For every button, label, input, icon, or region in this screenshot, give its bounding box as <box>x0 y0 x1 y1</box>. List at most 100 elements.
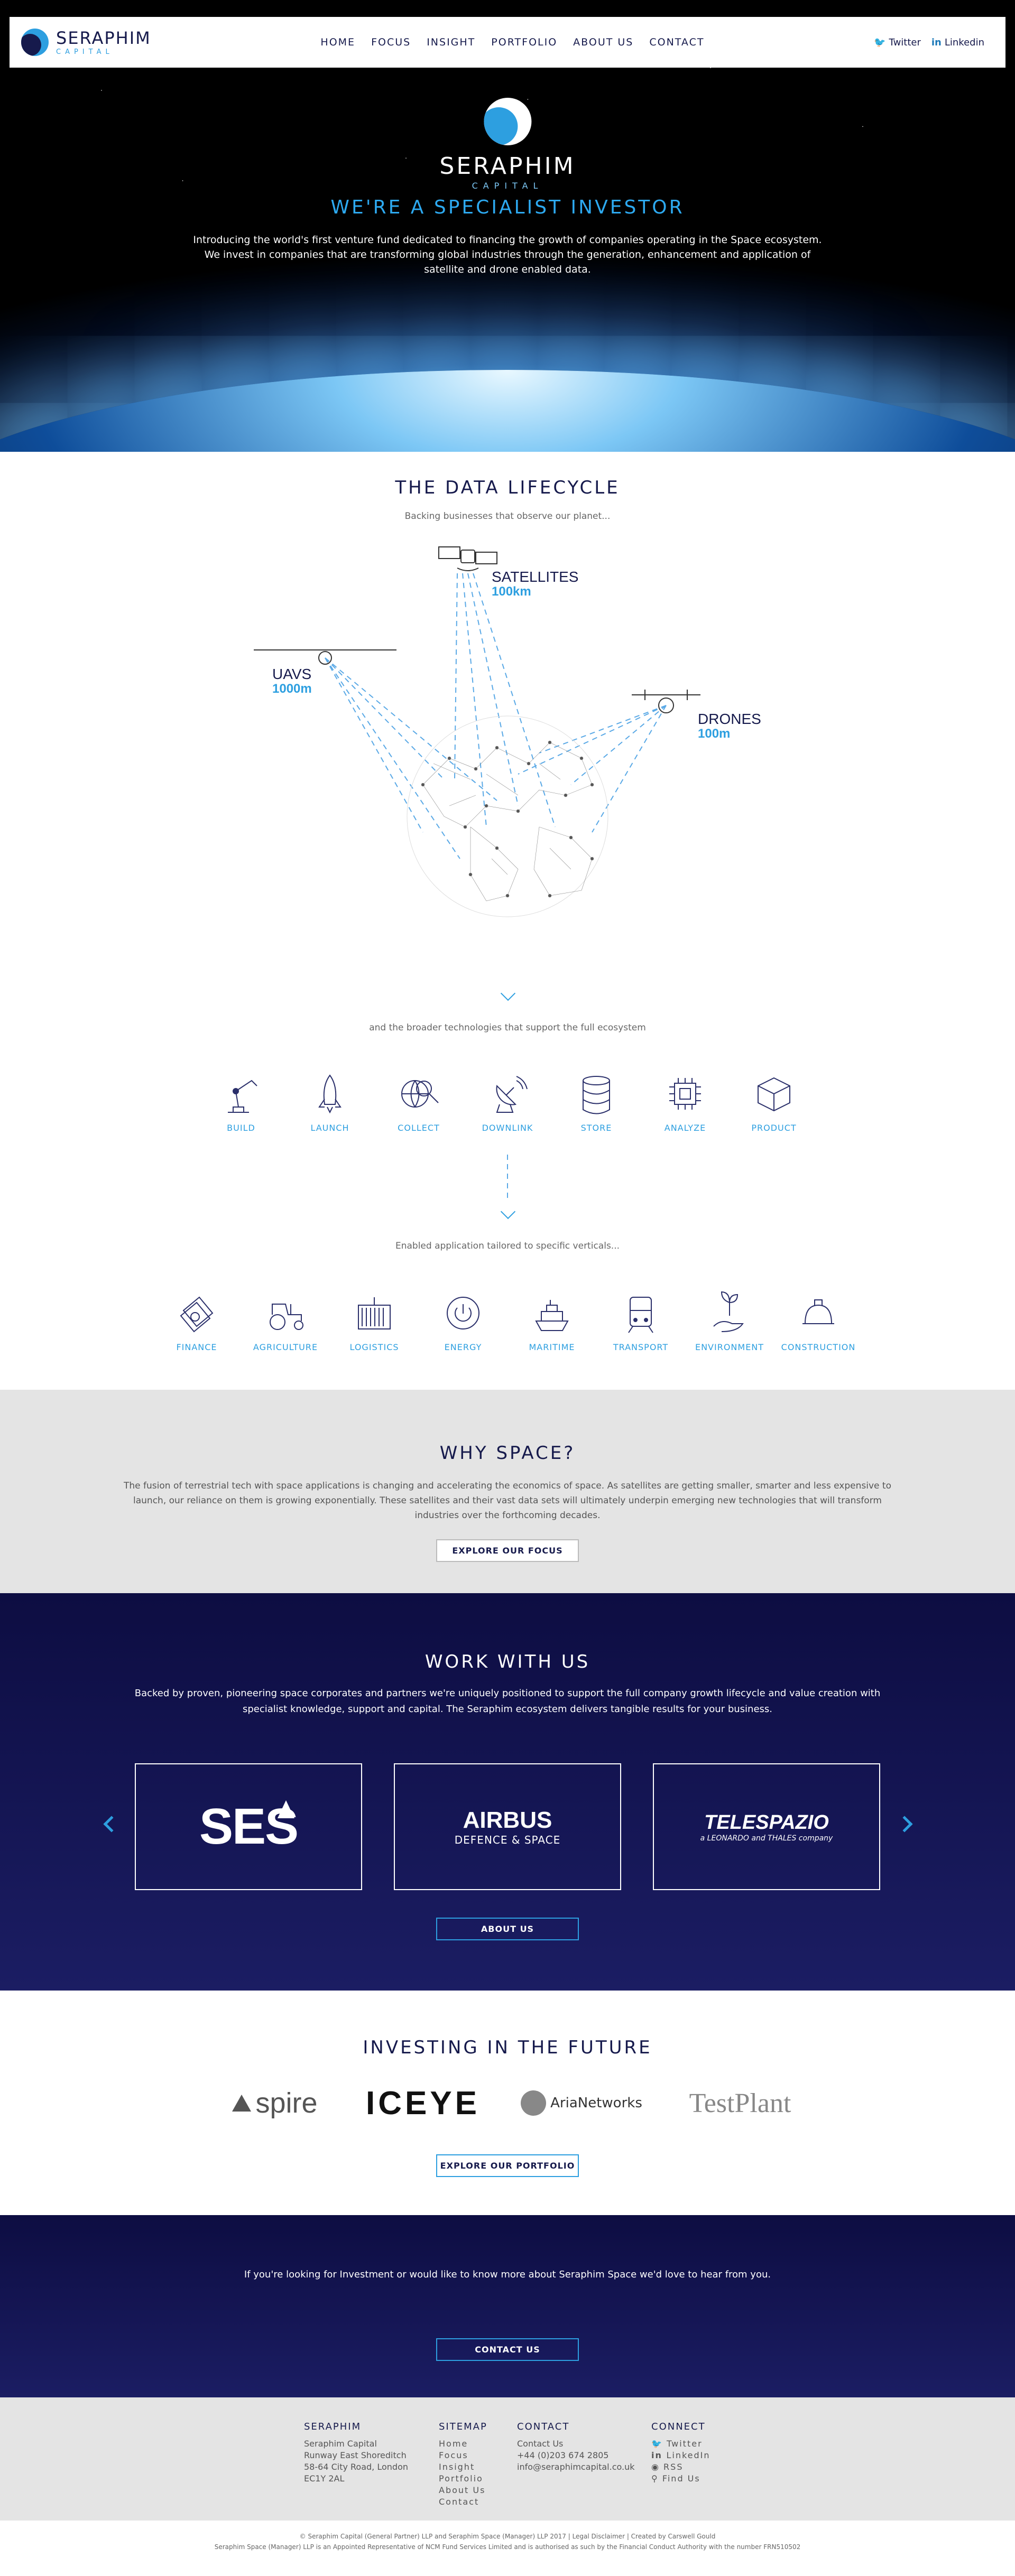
portfolio-logo-testplant[interactable]: TestPlant <box>677 2085 804 2122</box>
linkedin-link[interactable]: in Linkedin <box>931 37 984 48</box>
verticals-item-agriculture[interactable]: AGRICULTURE <box>253 1289 317 1352</box>
tech-label: LAUNCH <box>310 1123 349 1133</box>
partner-telespazio[interactable]: TELESPAZIO a LEONARDO and THALES company <box>653 1763 880 1890</box>
tech-item-analyze[interactable]: ANALYZE <box>661 1070 709 1133</box>
twitter-label: Twitter <box>889 36 921 48</box>
footer-link-home[interactable]: Home <box>439 2438 487 2450</box>
vertical-icons-row: FINANCE AGRICULTURE LOGISTICS ENERGY MARITIM… <box>0 1289 1015 1352</box>
footer-link-focus[interactable]: Focus <box>439 2450 487 2461</box>
footer-findus[interactable]: ⚲ Find Us <box>651 2473 710 2485</box>
verticals-label: FINANCE <box>176 1342 217 1352</box>
footer: SERAPHIM Seraphim Capital Runway East Sh… <box>0 2397 1015 2521</box>
hardhat-icon <box>802 1299 834 1324</box>
footer-contact: CONTACT Contact Us +44 (0)203 674 2805 i… <box>517 2421 635 2473</box>
testplant-name: TestPlant <box>689 2088 791 2118</box>
contact-cta-section: If you're looking for Investment or woul… <box>0 2215 1015 2397</box>
twitter-icon: 🐦 <box>874 36 886 48</box>
explore-portfolio-button[interactable]: EXPLORE OUR PORTFOLIO <box>436 2154 579 2177</box>
chip-icon <box>669 1078 701 1110</box>
why-body: The fusion of terrestrial tech with spac… <box>124 1481 891 1521</box>
about-us-button[interactable]: ABOUT US <box>436 1918 579 1940</box>
verticals-item-logistics[interactable]: LOGISTICS <box>348 1289 401 1352</box>
footer-contact-link[interactable]: Contact Us <box>517 2438 635 2450</box>
tech-item-store[interactable]: STORE <box>573 1070 620 1133</box>
database-icon <box>583 1076 610 1114</box>
explore-focus-button[interactable]: EXPLORE OUR FOCUS <box>436 1539 579 1562</box>
verticals-label: TRANSPORT <box>613 1342 669 1352</box>
footer-address-2: Runway East Shoreditch <box>304 2450 407 2460</box>
brand-name: SERAPHIM <box>56 27 151 48</box>
footer-linkedin[interactable]: in LinkedIn <box>651 2450 710 2461</box>
tech-item-launch[interactable]: LAUNCH <box>306 1070 354 1133</box>
verticals-label: ENERGY <box>444 1342 482 1352</box>
chevron-down-icon <box>500 985 516 1001</box>
tech-item-downlink[interactable]: DOWNLINK <box>482 1070 533 1133</box>
robot-arm-icon <box>228 1080 257 1113</box>
portfolio-logo-spire[interactable]: spire <box>217 2085 333 2122</box>
footer-link-insight[interactable]: Insight <box>439 2461 487 2473</box>
verticals-item-transport[interactable]: TRANSPORT <box>613 1289 669 1352</box>
verticals-item-energy[interactable]: ENERGY <box>437 1289 490 1352</box>
verticals-label: AGRICULTURE <box>253 1342 318 1352</box>
nav-home[interactable]: HOME <box>320 33 355 51</box>
carousel-next-icon[interactable] <box>896 1816 913 1833</box>
partner-airbus[interactable]: AIRBUS DEFENCE & SPACE <box>394 1763 621 1890</box>
verticals-item-maritime[interactable]: MARITIME <box>525 1289 578 1352</box>
hero-body: Introducing the world's first venture fu… <box>193 234 822 275</box>
tech-item-build[interactable]: BUILD <box>217 1070 265 1133</box>
verticals-item-environment[interactable]: ENVIRONMENT <box>695 1289 763 1352</box>
twitter-icon: 🐦 <box>651 2439 667 2449</box>
footer-twitter[interactable]: 🐦 Twitter <box>651 2438 710 2450</box>
lifecycle-sub3: Enabled application tailored to specific… <box>395 1241 620 1251</box>
portfolio-logo-iceye[interactable]: ICEYE <box>359 2085 486 2122</box>
verticals-item-construction[interactable]: CONSTRUCTION <box>781 1289 855 1352</box>
aria-name: AriaNetworks <box>550 2095 642 2111</box>
chevron-down-icon <box>500 1204 516 1220</box>
tech-item-collect[interactable]: COLLECT <box>395 1070 442 1133</box>
lifecycle-diagram: SATELLITES 100km UAVS 1000m DRONES 100m <box>254 546 761 917</box>
satellites-label: SATELLITES <box>492 569 578 585</box>
tech-label: DOWNLINK <box>482 1123 533 1133</box>
footer-link-about[interactable]: About Us <box>439 2485 487 2496</box>
footer-twitter-label: Twitter <box>667 2439 703 2449</box>
verticals-label: MARITIME <box>529 1342 575 1352</box>
footer-sitemap: SITEMAP Home Focus Insight Portfolio Abo… <box>439 2421 487 2508</box>
uav-icon <box>254 649 396 665</box>
nav-about-us[interactable]: ABOUT US <box>573 33 633 51</box>
partner-ses[interactable]: SES <box>135 1763 362 1890</box>
footer-email[interactable]: info@seraphimcapital.co.uk <box>517 2461 635 2473</box>
brand-logo[interactable]: SERAPHIM CAPITAL <box>21 29 151 56</box>
nav-insight[interactable]: INSIGHT <box>427 33 475 51</box>
lifecycle-sub1: Backing businesses that observe our plan… <box>404 511 611 522</box>
footer-findus-label: Find Us <box>662 2473 700 2484</box>
contact-body: If you're looking for Investment or woul… <box>244 2269 771 2280</box>
portfolio-logo-aria[interactable]: AriaNetworks <box>518 2085 645 2122</box>
legal-bar: © Seraphim Capital (General Partner) LLP… <box>0 2521 1015 2576</box>
nav-contact[interactable]: CONTACT <box>649 33 704 51</box>
contact-us-button[interactable]: CONTACT US <box>436 2338 579 2361</box>
footer-link-contact[interactable]: Contact <box>439 2496 487 2508</box>
nav-focus[interactable]: FOCUS <box>371 33 411 51</box>
verticals-label: CONSTRUCTION <box>781 1342 856 1352</box>
footer-address-1: Seraphim Capital <box>304 2439 377 2449</box>
data-lifecycle-section: THE DATA LIFECYCLE Backing businesses th… <box>0 452 1015 1390</box>
tech-item-product[interactable]: PRODUCT <box>750 1070 798 1133</box>
uavs-label: UAVS <box>272 666 311 682</box>
airbus-logo: AIRBUS <box>463 1807 552 1833</box>
satellite-dish-icon <box>496 1076 528 1113</box>
rss-icon: ◉ <box>651 2462 664 2472</box>
footer-rss[interactable]: ◉ RSS <box>651 2461 710 2473</box>
spire-name: spire <box>255 2087 318 2119</box>
seraphim-logo-icon <box>21 29 49 56</box>
legal-line-1: © Seraphim Capital (General Partner) LLP… <box>299 2533 716 2540</box>
twitter-link[interactable]: 🐦 Twitter <box>874 37 921 48</box>
nav-portfolio[interactable]: PORTFOLIO <box>491 33 557 51</box>
carousel-prev-icon[interactable] <box>103 1816 120 1833</box>
lifecycle-title: THE DATA LIFECYCLE <box>395 477 620 498</box>
footer-link-portfolio[interactable]: Portfolio <box>439 2473 487 2485</box>
aria-globe-icon <box>521 2090 547 2116</box>
work-title: WORK WITH US <box>425 1651 590 1672</box>
iceye-name: ICEYE <box>365 2085 481 2122</box>
plant-hand-icon <box>713 1291 744 1332</box>
verticals-item-finance[interactable]: FINANCE <box>170 1289 223 1352</box>
